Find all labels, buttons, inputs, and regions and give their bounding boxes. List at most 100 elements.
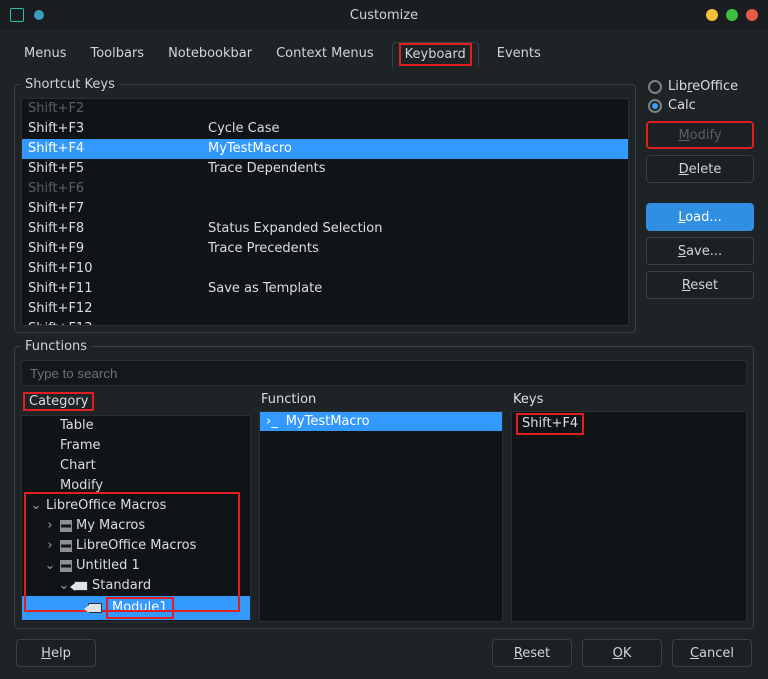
shortcut-action: Trace Dependents [208, 160, 622, 178]
search-input[interactable] [21, 360, 747, 386]
radio-icon [648, 99, 662, 113]
shortcut-row[interactable]: Shift+F2 [22, 99, 628, 119]
functions-legend: Functions [21, 339, 91, 354]
keys-list[interactable]: Shift+F4 [511, 411, 747, 622]
tab-events[interactable]: Events [491, 42, 547, 67]
chevron-down-icon: ⌄ [30, 497, 42, 515]
shortcut-row[interactable]: Shift+F6 [22, 179, 628, 199]
tab-bar: Menus Toolbars Notebookbar Context Menus Key… [14, 36, 754, 71]
shortcut-key: Shift+F11 [28, 280, 208, 298]
category-item[interactable]: ›LibreOffice Macros [22, 536, 250, 556]
category-item[interactable]: Module1 [22, 596, 250, 620]
keys-item[interactable]: Shift+F4 [512, 412, 746, 436]
shortcut-row[interactable]: Shift+F3Cycle Case [22, 119, 628, 139]
titlebar: Customize [0, 0, 768, 30]
shortcut-action [208, 180, 622, 198]
tab-keyboard[interactable]: Keyboard [392, 42, 479, 67]
shortcut-action [208, 300, 622, 318]
shortcut-row[interactable]: Shift+F7 [22, 199, 628, 219]
window-title: Customize [0, 8, 768, 23]
shortcut-key: Shift+F12 [28, 300, 208, 318]
shortcut-action: Save as Template [208, 280, 622, 298]
category-column: Category Table Frame Chart Modify⌄LibreO… [21, 392, 251, 622]
category-item-label: My Macros [76, 517, 145, 535]
dialog-button-bar: Help Reset OK Cancel [14, 635, 754, 669]
scope-radio-libreoffice[interactable]: LibreOffice [646, 77, 754, 96]
shortcut-row[interactable]: Shift+F9Trace Precedents [22, 239, 628, 259]
side-column: LibreOfficeCalc Modify Delete Load... Sa… [646, 77, 754, 299]
chevron-down-icon: ⌄ [44, 557, 56, 575]
function-item-label: MyTestMacro [286, 414, 370, 429]
shortcut-key: Shift+F6 [28, 180, 208, 198]
category-item-label: Module1 [106, 597, 174, 619]
shortcut-action [208, 200, 622, 218]
category-item[interactable]: ⌄LibreOffice Macros [22, 496, 250, 516]
shortcut-action [208, 320, 622, 326]
dialog-body: Menus Toolbars Notebookbar Context Menus Key… [0, 30, 768, 679]
shortcut-key: Shift+F9 [28, 240, 208, 258]
category-tree[interactable]: Table Frame Chart Modify⌄LibreOffice Mac… [21, 415, 251, 622]
chevron-right-icon: › [44, 517, 56, 535]
functions-group: Functions Category Table Frame Chart Mod… [14, 339, 754, 629]
function-column: Function ›_ MyTestMacro [259, 392, 503, 622]
cancel-button[interactable]: Cancel [672, 639, 752, 667]
shortcut-action: Cycle Case [208, 120, 622, 138]
help-button[interactable]: Help [16, 639, 96, 667]
shortcut-row[interactable]: Shift+F10 [22, 259, 628, 279]
shortcut-keys-group: Shortcut Keys Shift+F2Shift+F3Cycle Case… [14, 77, 636, 333]
shortcut-action [208, 100, 622, 118]
save-button[interactable]: Save... [646, 237, 754, 265]
function-item[interactable]: ›_ MyTestMacro [260, 412, 502, 431]
module-icon [74, 581, 88, 591]
library-icon [60, 540, 72, 552]
keys-label: Keys [511, 392, 747, 407]
chevron-right-icon: › [44, 537, 56, 555]
shortcut-row[interactable]: Shift+F5Trace Dependents [22, 159, 628, 179]
library-icon [60, 520, 72, 532]
prompt-icon: ›_ [266, 414, 278, 429]
category-item[interactable]: › My Macros [22, 516, 250, 536]
shortcut-key: Shift+F8 [28, 220, 208, 238]
shortcut-row[interactable]: Shift+F8Status Expanded Selection [22, 219, 628, 239]
shortcut-key: Shift+F7 [28, 200, 208, 218]
tab-menus[interactable]: Menus [18, 42, 72, 67]
function-list[interactable]: ›_ MyTestMacro [259, 411, 503, 622]
shortcut-action [208, 260, 622, 278]
category-item[interactable]: ⌄ Untitled 1 [22, 556, 250, 576]
function-label: Function [259, 392, 503, 407]
category-item-label: Untitled 1 [76, 557, 140, 575]
tab-toolbars[interactable]: Toolbars [84, 42, 150, 67]
chevron-down-icon: ⌄ [58, 577, 70, 595]
tab-context-menus[interactable]: Context Menus [270, 42, 380, 67]
reset-button[interactable]: Reset [492, 639, 572, 667]
shortcut-key: Shift+F3 [28, 120, 208, 138]
ok-button[interactable]: OK [582, 639, 662, 667]
shortcut-action: MyTestMacro [208, 140, 622, 158]
scope-radio-group: LibreOfficeCalc [646, 77, 754, 115]
category-item[interactable]: Frame [22, 436, 250, 456]
keys-column: Keys Shift+F4 [511, 392, 747, 622]
scope-radio-calc[interactable]: Calc [646, 96, 754, 115]
shortcut-key: Shift+F10 [28, 260, 208, 278]
shortcut-row[interactable]: Shift+F11Save as Template [22, 279, 628, 299]
category-item[interactable]: ⌄ Standard [22, 576, 250, 596]
delete-button[interactable]: Delete [646, 155, 754, 183]
category-item[interactable]: Modify [22, 476, 250, 496]
tab-notebookbar[interactable]: Notebookbar [162, 42, 258, 67]
shortcut-row[interactable]: Shift+F12 [22, 299, 628, 319]
category-item-label: Modify [60, 477, 103, 495]
shortcut-keys-list[interactable]: Shift+F2Shift+F3Cycle CaseShift+F4MyTest… [21, 98, 629, 326]
category-item-label: Standard [92, 577, 151, 595]
shortcut-key: Shift+F4 [28, 140, 208, 158]
shortcut-action: Status Expanded Selection [208, 220, 622, 238]
modify-button[interactable]: Modify [646, 121, 754, 149]
reset-keys-button[interactable]: Reset [646, 271, 754, 299]
category-item[interactable]: Table [22, 416, 250, 436]
load-button[interactable]: Load... [646, 203, 754, 231]
shortcut-key: Shift+F5 [28, 160, 208, 178]
category-item[interactable]: Chart [22, 456, 250, 476]
shortcut-key: Shift+F2 [28, 100, 208, 118]
library-icon [60, 560, 72, 572]
shortcut-row[interactable]: Shift+F4MyTestMacro [22, 139, 628, 159]
shortcut-row[interactable]: Shift+F13 [22, 319, 628, 326]
